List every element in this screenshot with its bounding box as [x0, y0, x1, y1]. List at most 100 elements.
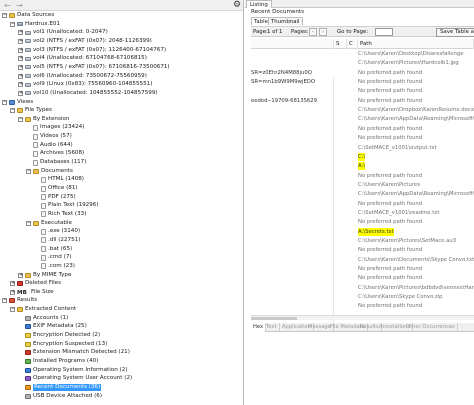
tree-node[interactable]: Encryption Detected (2)	[18, 332, 100, 339]
collapse-toggle-icon[interactable]: −	[2, 298, 7, 304]
tree-node[interactable]: − Results	[2, 297, 37, 304]
tree-node[interactable]: + vol1 (Unallocated: 0-2047)	[18, 29, 108, 36]
expand-toggle-icon[interactable]: +	[18, 90, 23, 96]
tree-node[interactable]: Installed Programs (40)	[18, 358, 98, 365]
tab-thumbnail[interactable]: Thumbnail	[268, 17, 303, 25]
collapse-toggle-icon[interactable]: −	[10, 307, 15, 313]
table-row[interactable]: No preferred path found	[251, 200, 474, 208]
table-row[interactable]: C:\Users\Karen\Pictures	[251, 181, 474, 189]
collapse-toggle-icon[interactable]: −	[26, 168, 31, 174]
horizontal-scrollbar[interactable]	[251, 315, 474, 320]
tree-node[interactable]: EXIF Metadata (25)	[18, 323, 87, 330]
tree-node[interactable]: + vol10 (Unallocated: 104855552-104857599…	[18, 90, 158, 97]
table-row[interactable]: SR=mn1b9W9M9wjEDO No preferred path found	[251, 78, 474, 86]
expand-toggle-icon[interactable]: +	[18, 38, 23, 44]
collapse-toggle-icon[interactable]: −	[18, 116, 23, 122]
collapse-toggle-icon[interactable]: −	[2, 99, 7, 105]
table-row[interactable]: C:\Users\Karen\Pictures\Hardcolb1.jpg	[251, 59, 474, 67]
tree-node[interactable]: HTML (1408)	[34, 176, 84, 183]
tree-node[interactable]: Archives (5608)	[26, 150, 84, 157]
expand-toggle-icon[interactable]: +	[10, 281, 15, 287]
column-header-c[interactable]: C	[347, 39, 358, 49]
next-page-button[interactable]: ›	[319, 28, 327, 36]
table-row[interactable]: C:\Users\Karen\Skype Convo.zip	[251, 293, 474, 301]
expand-toggle-icon[interactable]: +	[18, 64, 23, 70]
tree-node[interactable]: .exe (3140)	[34, 228, 80, 235]
table-row[interactable]: C:\Users\Karen\Dropbox\KarenResume.docx	[251, 106, 474, 114]
tree-node[interactable]: + Deleted Files	[10, 280, 61, 287]
table-row[interactable]: C:\Users\Karen\AppData\Roaming\Microsoft…	[251, 115, 474, 123]
goto-page-input[interactable]	[375, 28, 393, 36]
column-header-s[interactable]: S	[334, 39, 347, 49]
tree-node[interactable]: .com (23)	[34, 263, 75, 270]
tree-node[interactable]: .dll (22751)	[34, 237, 80, 244]
expand-toggle-icon[interactable]: +	[18, 82, 23, 88]
tree-node[interactable]: Rich Text (33)	[34, 211, 86, 218]
gear-icon[interactable]: ⚙	[232, 0, 242, 10]
tree-node[interactable]: + By MIME Type	[18, 272, 71, 279]
table-row[interactable]: No preferred path found	[251, 218, 474, 226]
tree-node[interactable]: .cmd (7)	[34, 254, 72, 261]
tree-node[interactable]: − File Types	[10, 107, 52, 114]
table-row[interactable]: No preferred path found	[251, 172, 474, 180]
table-row[interactable]: A:\	[251, 162, 474, 171]
tree-node[interactable]: Operating System User Account (2)	[18, 375, 132, 382]
expand-toggle-icon[interactable]: +	[18, 73, 23, 79]
tree-node[interactable]: − Data Sources	[2, 12, 54, 19]
tree-node[interactable]: + vol3 (NTFS / exFAT (0x07): 1126400-6710…	[18, 47, 166, 54]
table-row[interactable]: C:\SetMACE_v1001\readme.txt	[251, 209, 474, 217]
table-row[interactable]: C:\	[251, 152, 474, 161]
tree-node[interactable]: − By Extension	[18, 116, 69, 123]
table-row[interactable]: C:\Users\Karen\Documents\Skype Convo.txt	[251, 256, 474, 264]
tab-other-occurrences[interactable]: Other Occurrences	[404, 323, 458, 332]
tree-node[interactable]: Accounts (1)	[18, 315, 68, 322]
tree-node[interactable]: − Extracted Content	[10, 306, 76, 313]
tree-node[interactable]: + vol6 (Unallocated: 73500672-75560959)	[18, 73, 147, 80]
tree-node[interactable]: + vol4 (Unallocated: 67104768-67106815)	[18, 55, 147, 62]
tree-node[interactable]: Office (81)	[34, 185, 78, 192]
tree-node[interactable]: Databases (117)	[26, 159, 86, 166]
tab-listing[interactable]: Listing	[246, 0, 272, 8]
tree-node[interactable]: + MB File Size	[10, 289, 54, 296]
tree-node[interactable]: USB Device Attached (6)	[18, 393, 102, 400]
tab-text[interactable]: Text	[264, 323, 280, 332]
expand-toggle-icon[interactable]: +	[18, 56, 23, 62]
prev-page-button[interactable]: ‹	[309, 28, 317, 36]
tree-node[interactable]: Audio (644)	[26, 142, 73, 149]
table-row[interactable]: eeded--19709-68135629 No preferred path f…	[251, 97, 474, 105]
table-row[interactable]: C:\Users\Karen\Desktop\Disaresfallenge	[251, 50, 474, 58]
table-row[interactable]: No preferred path found	[251, 125, 474, 133]
table-row[interactable]: C:\Users\Karen\Pictures\bdbdvd\vennes\Ha…	[251, 284, 474, 292]
table-row[interactable]: A:\Secrets.txt	[251, 227, 474, 236]
expand-toggle-icon[interactable]: +	[18, 47, 23, 53]
tree-node[interactable]: + vol9 (Linux (0x83): 75560960-104855551)	[18, 81, 152, 88]
tree-node[interactable]: Operating System Information (2)	[18, 367, 127, 374]
collapse-toggle-icon[interactable]: −	[26, 220, 31, 226]
tree-node[interactable]: + vol5 (NTFS / exFAT (0x07): 67106816-735…	[18, 64, 170, 71]
table-row[interactable]: C:\Users\Karen\AppData\Roaming\Microsoft…	[251, 190, 474, 198]
save-table-button[interactable]: Save Table as	[436, 28, 474, 37]
table-row[interactable]: C:\Users\Karen\Pictures\SetMace.au3	[251, 237, 474, 245]
column-header-name[interactable]	[251, 39, 334, 49]
tree-node[interactable]: − Hardrux.E01	[10, 21, 60, 28]
table-row[interactable]: No preferred path found	[251, 265, 474, 273]
arrow-left-icon[interactable]: ←	[3, 1, 12, 10]
column-header-path[interactable]: Path	[358, 39, 474, 49]
tree-node[interactable]: Images (23424)	[26, 124, 84, 131]
table-row[interactable]: No preferred path found	[251, 302, 474, 310]
tree-node[interactable]: Plain Text (19296)	[34, 202, 98, 209]
tree-node[interactable]: − Executable	[26, 220, 72, 227]
tree-node[interactable]: Recent Documents (36)	[18, 383, 102, 391]
tree-node[interactable]: Videos (57)	[26, 133, 72, 140]
table-row[interactable]: No preferred path found	[251, 87, 474, 95]
expand-toggle-icon[interactable]: +	[18, 30, 23, 36]
tree-node[interactable]: PDF (275)	[34, 194, 76, 201]
table-row[interactable]: No preferred path found	[251, 274, 474, 282]
tree-node[interactable]: .bat (65)	[34, 246, 72, 253]
table-row[interactable]: C:\SetMACE_v1001\output.txt	[251, 144, 474, 152]
table-row[interactable]: SR=z0Ehr2N4M88ju0Q No preferred path foun…	[251, 69, 474, 77]
collapse-toggle-icon[interactable]: −	[2, 13, 7, 18]
tree-node[interactable]: Encryption Suspected (13)	[18, 341, 107, 348]
tree-node[interactable]: + vol2 (NTFS / exFAT (0x07): 2048-1126399…	[18, 38, 152, 45]
collapse-toggle-icon[interactable]: −	[10, 108, 15, 114]
